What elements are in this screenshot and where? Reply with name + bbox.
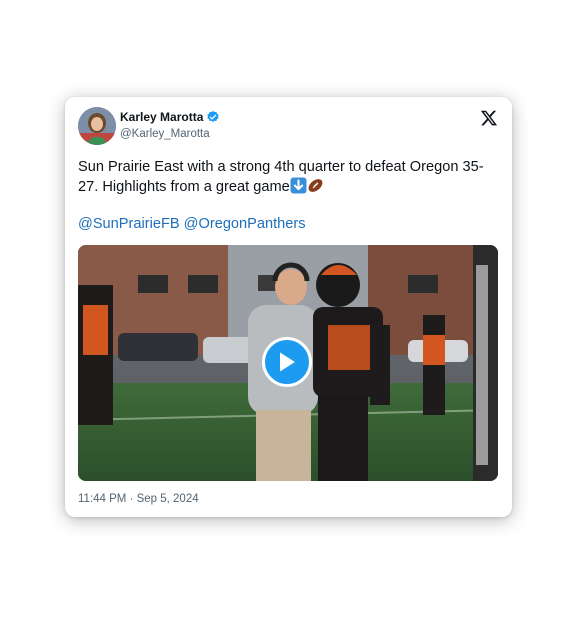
author-name[interactable]: Karley Marotta bbox=[120, 110, 203, 124]
author-handle[interactable]: @Karley_Marotta bbox=[120, 128, 210, 140]
football-emoji bbox=[307, 177, 324, 194]
author-avatar[interactable] bbox=[78, 107, 116, 145]
down-arrow-emoji bbox=[290, 177, 307, 194]
verified-badge-icon bbox=[206, 110, 220, 124]
mention-link-oregonpanthers[interactable]: @OregonPanthers bbox=[184, 216, 306, 232]
tweet-mentions: @SunPrairieFB @OregonPanthers bbox=[78, 216, 306, 232]
tweet-text: Sun Prairie East with a strong 4th quart… bbox=[78, 157, 503, 197]
mention-link-sunprairiefb[interactable]: @SunPrairieFB bbox=[78, 216, 180, 232]
tweet-text-body: Sun Prairie East with a strong 4th quart… bbox=[78, 159, 484, 195]
tweet-timestamp[interactable]: 11:44 PM · Sep 5, 2024 bbox=[78, 493, 199, 505]
x-logo-icon[interactable] bbox=[480, 109, 498, 127]
video-player[interactable] bbox=[78, 245, 498, 481]
play-icon[interactable] bbox=[262, 337, 312, 387]
author-name-row: Karley Marotta bbox=[120, 110, 220, 124]
tweet-card: Karley Marotta @Karley_Marotta Sun Prair… bbox=[65, 97, 512, 517]
